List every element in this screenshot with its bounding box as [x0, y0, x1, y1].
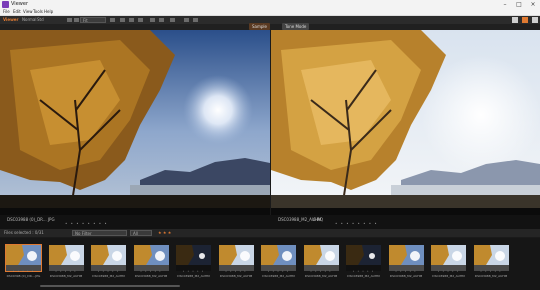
thumbnail-rating[interactable]: • • • • •	[389, 269, 424, 273]
window-title: Viewer	[11, 1, 28, 7]
thumbnail-image	[91, 245, 126, 271]
app-logo-icon	[2, 1, 9, 8]
menu-tools[interactable]: Tools	[33, 9, 43, 15]
filter-dropdown[interactable]: No Filter	[72, 230, 127, 236]
close-icon[interactable]: ×	[526, 0, 540, 9]
layout-icon[interactable]	[512, 17, 518, 23]
thumbnail-label: DSC03988_M2_AUHM	[49, 274, 83, 278]
menu-help[interactable]: Help	[44, 9, 53, 15]
mode-label[interactable]: Normal	[22, 16, 36, 24]
filmstrip-thumbnail[interactable]	[261, 245, 296, 271]
filmstrip-thumbnail[interactable]	[218, 245, 254, 271]
thumbnail-image	[388, 245, 424, 271]
zoom-in-icon[interactable]	[110, 18, 115, 22]
pane-info-bar: DSC03988 (0)_DR... JPG • • • • • • • • D…	[0, 215, 540, 229]
panel-toggle-icon[interactable]	[522, 17, 528, 23]
left-photo	[0, 30, 270, 215]
thumbnail-rating[interactable]: • • • • •	[176, 269, 211, 273]
filmstrip-thumbnail[interactable]	[473, 245, 509, 271]
right-photo	[271, 30, 540, 215]
toolbar: Viewer Normal Std Fit	[0, 16, 540, 24]
view-compare-icon[interactable]	[129, 18, 134, 22]
rotate-left-icon[interactable]	[150, 18, 155, 22]
filmstrip-thumbnail[interactable]	[346, 245, 381, 271]
flip-icon[interactable]	[170, 18, 175, 22]
filmstrip-thumbnail[interactable]	[388, 245, 424, 271]
thumbnail-label: DSC03988_M2_AUHM	[389, 274, 423, 278]
thumbnail-image	[473, 245, 509, 271]
filmstrip-thumbnail[interactable]	[48, 245, 84, 271]
thumbnail-rating[interactable]: • • • • •	[6, 269, 41, 273]
menu-edit[interactable]: Edit	[13, 9, 21, 15]
thumbnail-image	[261, 245, 296, 271]
thumbnail-rating[interactable]: • • • • •	[219, 269, 254, 273]
thumbnail-rating[interactable]: • • • • •	[346, 269, 381, 273]
filmstrip-thumbnail[interactable]	[5, 244, 42, 272]
thumbnail-label: DSC03988_M2_AUHM	[474, 274, 508, 278]
thumbnail-label: DSC03988_M2_AUHM	[347, 274, 380, 278]
right-viewer-pane[interactable]	[271, 30, 540, 215]
filter2-value: All	[133, 231, 138, 236]
thumbnail-image	[6, 245, 41, 271]
thumbnail-label: DSC03988_M2_AUHM	[219, 274, 253, 278]
files-count: Files selected : 0/31	[4, 230, 44, 235]
filmstrip-thumbnail[interactable]	[91, 245, 126, 271]
thumbnail-label: DSC03988_M2_AUHM	[262, 274, 295, 278]
right-rating[interactable]: • • • • • • • •	[335, 221, 378, 226]
thumbnail-label: DSC0398 (0)_DR....JPG	[6, 274, 41, 278]
view-single-icon[interactable]	[120, 18, 125, 22]
thumbnail-rating[interactable]: • • • • •	[134, 269, 169, 273]
menu-file[interactable]: File	[3, 9, 10, 15]
zoom-out-icon[interactable]	[74, 18, 79, 22]
thumbnail-label: DSC03988_M2_AUHM	[432, 274, 465, 278]
thumbnail-label: DSC03988_M2_AUHM	[92, 274, 125, 278]
right-pane-tag[interactable]: Tone Mode	[282, 23, 310, 30]
filter-value: No Filter	[75, 231, 92, 236]
filmstrip: • • • • • DSC0398 (0)_DR....JPG • • • • • D…	[0, 238, 540, 290]
left-pane-tag[interactable]: Sample	[249, 23, 270, 30]
right-extra: C RQ	[313, 217, 323, 222]
thumbnail-image	[431, 245, 466, 271]
filter2-dropdown[interactable]: All	[130, 230, 152, 236]
thumbnail-rating[interactable]: • • • • •	[431, 269, 466, 273]
rotate-right-icon[interactable]	[159, 18, 164, 22]
view-grid-icon[interactable]	[138, 18, 143, 22]
thumbnail-image	[218, 245, 254, 271]
thumbnail-rating[interactable]: • • • • •	[474, 269, 509, 273]
export-icon[interactable]	[193, 18, 198, 22]
search-icon[interactable]	[67, 18, 72, 22]
thumbnail-rating[interactable]: • • • • •	[304, 269, 339, 273]
brand-label: Viewer	[3, 17, 19, 22]
filmstrip-header: Files selected : 0/31 No Filter All ★ ★ …	[0, 229, 540, 237]
left-viewer-pane[interactable]	[0, 30, 270, 215]
thumbnail-rating[interactable]: • • • • •	[91, 269, 126, 273]
minimize-icon[interactable]: –	[498, 0, 512, 9]
thumbnail-image	[176, 245, 211, 271]
filmstrip-thumbnail[interactable]	[133, 245, 169, 271]
rating-filter-icon[interactable]: ★ ★ ★	[158, 229, 171, 237]
fullscreen-icon[interactable]	[532, 17, 538, 23]
filmstrip-thumbnail[interactable]	[303, 245, 339, 271]
thumbnail-rating[interactable]: • • • • •	[49, 269, 84, 273]
maximize-icon[interactable]: □	[512, 0, 526, 9]
filmstrip-thumbnail[interactable]	[431, 245, 466, 271]
thumbnail-label: DSC03988_M2_AUHM	[134, 274, 168, 278]
zoom-select[interactable]: Fit	[80, 17, 106, 23]
thumbnail-image	[133, 245, 169, 271]
thumbnail-image	[48, 245, 84, 271]
thumbnail-label: DSC03988_M2_AUHM	[304, 274, 338, 278]
thumbnail-rating[interactable]: • • • • •	[261, 269, 296, 273]
menu-view[interactable]: View	[23, 9, 33, 15]
filmstrip-thumbnail[interactable]	[176, 245, 211, 271]
folder-icon[interactable]	[184, 18, 189, 22]
thumbnail-image	[303, 245, 339, 271]
filmstrip-scrollbar[interactable]	[40, 285, 180, 287]
left-filename: DSC03988 (0)_DR... JPG	[7, 217, 55, 222]
thumbnail-label: DSC03988_M2_AUHM	[177, 274, 210, 278]
mode2-label[interactable]: Std	[37, 16, 44, 24]
title-bar: Viewer – □ ×	[0, 0, 540, 9]
left-rating[interactable]: • • • • • • • •	[65, 221, 108, 226]
menu-bar: File Edit View Tools Help	[0, 9, 540, 16]
thumbnail-image	[346, 245, 381, 271]
